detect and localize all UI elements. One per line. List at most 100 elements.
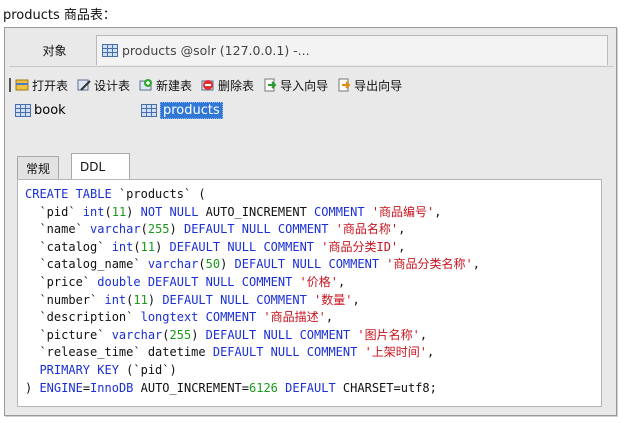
list-item-products[interactable]: products	[141, 101, 223, 119]
code-line: `catalog_name` varchar(50) DEFAULT NULL …	[25, 256, 601, 274]
code-token: '商品描述'	[263, 310, 326, 325]
code-token: ,	[325, 310, 334, 325]
code-token: )	[25, 380, 40, 395]
code-token: DEFAULT	[285, 380, 343, 395]
design-table-icon	[77, 78, 91, 92]
export-wizard-label: 导出向导	[354, 78, 403, 93]
import-wizard-label: 导入向导	[280, 78, 329, 93]
code-token: '数量'	[314, 292, 353, 307]
export-icon	[337, 78, 351, 92]
code-token: CREATE TABLE	[25, 187, 119, 201]
code-line: CREATE TABLE `products` (	[25, 186, 601, 204]
code-token: DEFAULT NULL COMMENT	[234, 257, 387, 272]
code-token: )	[220, 257, 235, 272]
code-token: ,	[434, 204, 442, 219]
object-label: book	[34, 102, 66, 118]
code-token: `picture`	[25, 327, 112, 342]
code-token: ,	[338, 274, 346, 289]
code-token: DEFAULT NULL COMMENT	[169, 239, 322, 254]
tab-products-table[interactable]: products @solr (127.0.0.1) -...	[96, 35, 608, 65]
delete-table-label: 删除表	[218, 78, 255, 93]
new-table-button[interactable]: 新建表	[139, 77, 192, 94]
code-token: ,	[419, 327, 428, 342]
code-token: ,	[398, 222, 406, 237]
code-token: (	[133, 239, 141, 254]
tab-products-label: products @solr (127.0.0.1) -...	[122, 43, 310, 58]
code-token: 11	[133, 292, 148, 307]
code-token: `number`	[25, 292, 105, 307]
code-token: int	[82, 204, 105, 219]
code-token: )	[126, 204, 141, 219]
code-token: 255	[169, 327, 192, 342]
new-table-label: 新建表	[156, 78, 193, 93]
code-token: DEFAULT NULL COMMENT	[212, 345, 365, 360]
code-token: varchar	[90, 222, 141, 237]
code-token: (	[140, 222, 148, 237]
delete-table-button[interactable]: 删除表	[201, 77, 254, 94]
code-token: CHARSET=utf8;	[342, 380, 437, 395]
open-table-icon	[15, 78, 29, 92]
code-token: `products` (	[118, 187, 206, 201]
code-token: 255	[147, 222, 170, 237]
code-token: `catalog_name`	[25, 257, 148, 272]
code-token: int	[104, 292, 127, 307]
code-token: 50	[205, 257, 221, 272]
code-token: )	[191, 327, 206, 342]
code-line: `price` double DEFAULT NULL COMMENT '价格'…	[25, 274, 601, 292]
code-line: PRIMARY KEY (`pid`)	[25, 362, 601, 380]
tab-ddl[interactable]: DDL	[71, 153, 130, 180]
code-token: varchar	[147, 257, 199, 272]
code-token: )	[155, 239, 170, 254]
code-token: `release_time` datetime	[25, 345, 213, 360]
code-token: '图片名称'	[357, 327, 420, 342]
code-token: ,	[472, 257, 480, 272]
code-token: (	[162, 327, 170, 342]
code-token: DEFAULT NULL COMMENT	[162, 292, 315, 307]
code-token: )	[147, 292, 163, 307]
code-token: (	[198, 257, 206, 272]
code-token: ENGINE	[39, 380, 83, 395]
tab-objects[interactable]: 对象	[15, 36, 94, 65]
open-table-button[interactable]: 打开表	[15, 77, 68, 94]
code-token: InnoDB	[90, 380, 141, 395]
code-token: 6126	[249, 380, 286, 395]
navicat-window: 对象 products @solr (127.0.0.1) -... 打开表 设…	[4, 27, 617, 416]
code-token: PRIMARY KEY	[39, 362, 127, 377]
import-wizard-button[interactable]: 导入向导	[263, 77, 328, 94]
code-token: =	[82, 380, 91, 395]
code-token: `catalog`	[25, 239, 112, 254]
object-list: book products	[13, 100, 610, 146]
code-line: `pid` int(11) NOT NULL AUTO_INCREMENT CO…	[25, 204, 601, 222]
import-icon	[263, 78, 277, 92]
code-token: `name`	[25, 222, 91, 237]
open-table-label: 打开表	[32, 78, 69, 93]
code-token: ,	[352, 292, 360, 307]
list-item-book[interactable]: book	[15, 101, 66, 119]
design-table-label: 设计表	[94, 78, 131, 93]
table-icon	[102, 44, 118, 57]
code-token: '商品名称'	[335, 222, 399, 237]
tab-general[interactable]: 常规	[17, 156, 59, 180]
code-token: NOT NULL	[140, 204, 206, 219]
code-token: 11	[140, 239, 156, 254]
code-line: `picture` varchar(255) DEFAULT NULL COMM…	[25, 327, 601, 345]
code-token: DEFAULT NULL COMMENT	[183, 222, 336, 237]
ddl-code-view[interactable]: CREATE TABLE `products` ( `pid` int(11) …	[17, 179, 602, 407]
code-token: (	[104, 204, 112, 219]
code-token: COMMENT	[314, 204, 372, 219]
code-token: `pid`	[25, 204, 83, 219]
table-icon	[15, 103, 31, 117]
export-wizard-button[interactable]: 导出向导	[337, 77, 402, 94]
code-line: `catalog` int(11) DEFAULT NULL COMMENT '…	[25, 239, 601, 257]
object-label: products	[160, 101, 223, 119]
table-icon	[141, 103, 157, 117]
code-token: varchar	[111, 327, 163, 342]
page-caption: products 商品表：	[3, 8, 116, 23]
code-token: int	[111, 239, 134, 254]
code-token: AUTO_INCREMENT=	[140, 380, 249, 395]
code-token: AUTO_INCREMENT	[205, 204, 315, 219]
code-token: (`pid`)	[126, 362, 177, 377]
code-token: DEFAULT NULL COMMENT	[205, 327, 358, 342]
delete-table-icon	[201, 78, 215, 92]
design-table-button[interactable]: 设计表	[77, 77, 130, 94]
